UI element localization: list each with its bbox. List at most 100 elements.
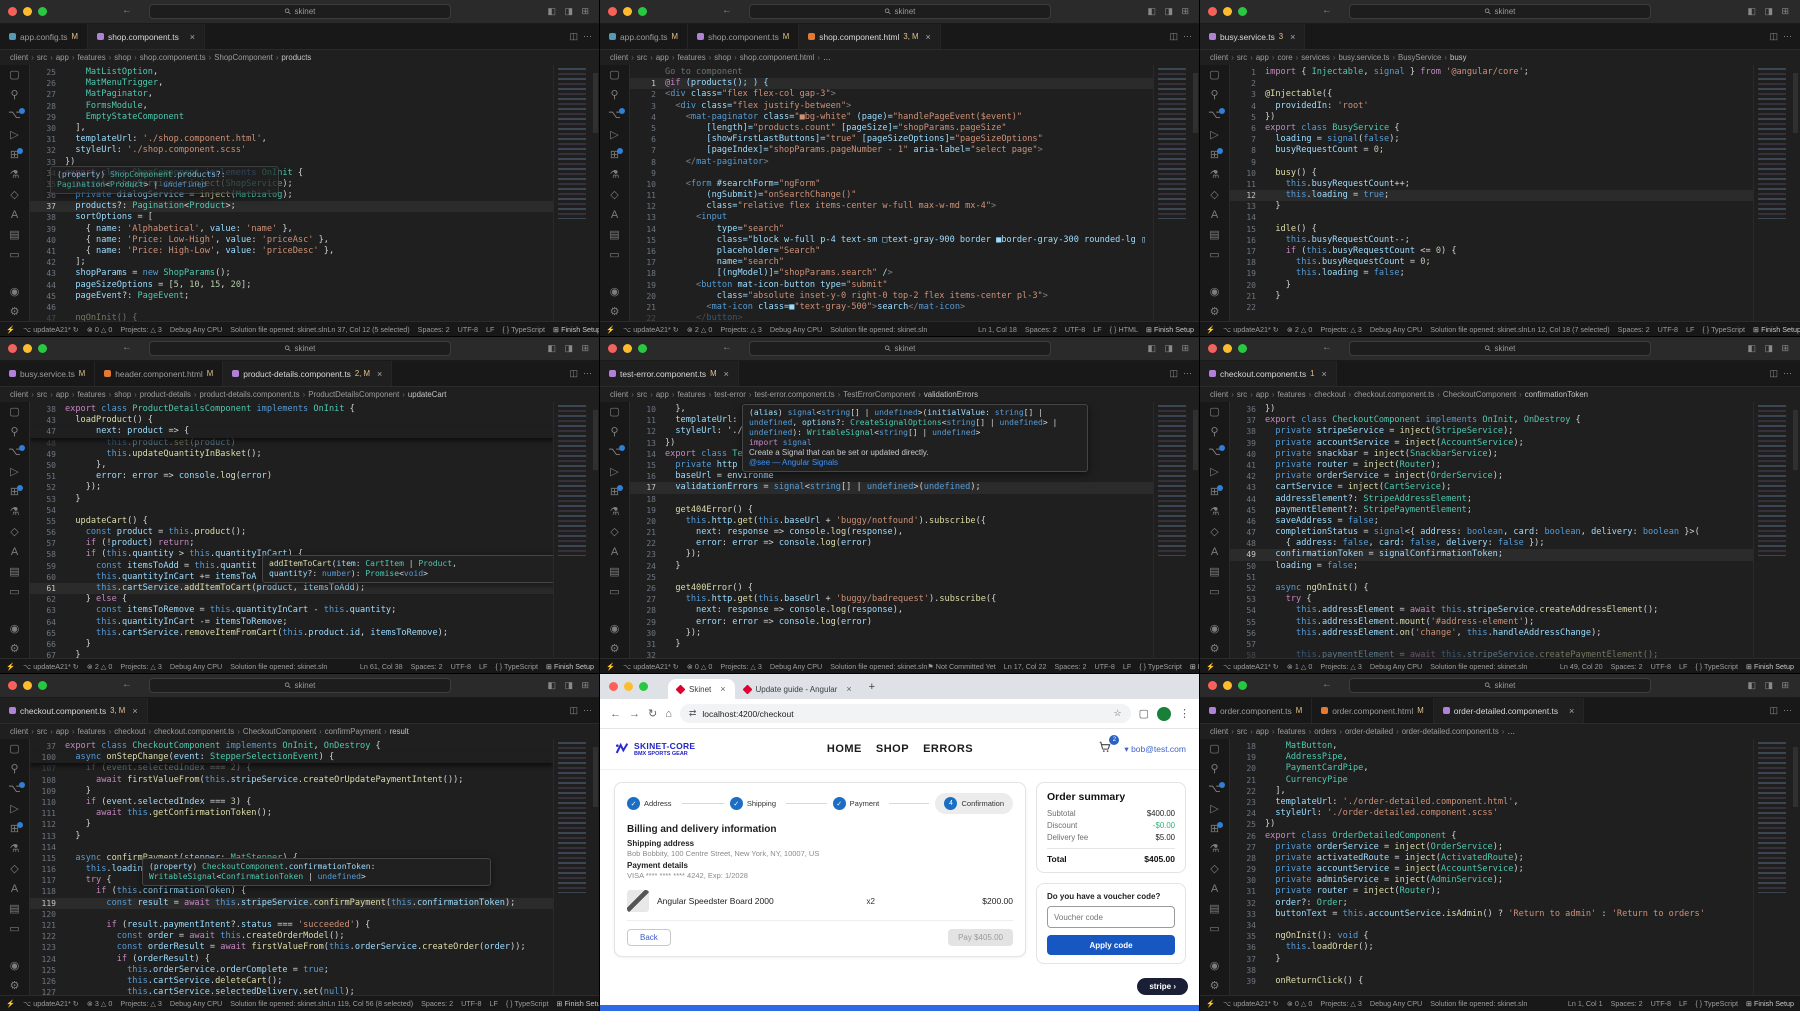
git-branch[interactable]: ⌥ updateA21* ↻: [23, 662, 79, 671]
activity-icon[interactable]: A: [11, 884, 18, 895]
pay-button[interactable]: Pay $405.00: [948, 929, 1013, 946]
history-forward-icon[interactable]: →: [608, 342, 618, 353]
language-mode[interactable]: { } TypeScript: [1139, 662, 1182, 671]
cursor-position[interactable]: Ln 12, Col 18 (7 selected): [1527, 325, 1609, 334]
command-center-search[interactable]: ⚲ skinet: [1349, 4, 1651, 19]
activity-icon[interactable]: ⊞: [610, 485, 624, 498]
breadcrumb-item[interactable]: client: [10, 727, 28, 736]
minimap[interactable]: [1753, 65, 1800, 321]
breadcrumb-item[interactable]: app: [647, 53, 669, 62]
code-line[interactable]: 29 EmptyStateComponent: [30, 112, 553, 123]
editor-tab[interactable]: shop.component.ts ×: [88, 24, 206, 49]
breadcrumb[interactable]: clientsrcappfeaturesordersorder-detailed…: [1200, 724, 1800, 739]
code-line[interactable]: 45 paymentElement?: StripePaymentElement…: [1230, 505, 1753, 516]
history-back-icon[interactable]: ←: [722, 342, 732, 353]
code-line[interactable]: 38 export class ProductDetailsComponent …: [30, 404, 553, 416]
breadcrumb-item[interactable]: test-error: [706, 390, 746, 399]
breadcrumb-item[interactable]: client: [10, 53, 28, 62]
layout-toggle-icons[interactable]: ◧ ◨ ⊞: [547, 680, 592, 691]
code-line[interactable]: 12 this.loading = true;: [1230, 190, 1753, 202]
close-icon[interactable]: ×: [1569, 706, 1574, 716]
back-icon[interactable]: ←: [610, 708, 621, 720]
indent-status[interactable]: Spaces: 2: [1618, 325, 1650, 334]
solution-status[interactable]: Solution file opened: skinet.sln: [1430, 325, 1527, 334]
activity-icon[interactable]: ▷: [1210, 467, 1218, 478]
activity-icon[interactable]: ⌥: [8, 445, 25, 458]
code-line[interactable]: 61 this.cartService.addItemToCart(produc…: [30, 583, 553, 595]
code-line[interactable]: 1 import { Injectable, signal } from '@a…: [1230, 67, 1753, 78]
site-info-icon[interactable]: ⇄: [689, 708, 697, 719]
code-line[interactable]: 32 order?: Order;: [1230, 898, 1753, 909]
breadcrumb-item[interactable]: app: [47, 390, 69, 399]
breadcrumb-item[interactable]: order-detailed.component.ts: [1393, 727, 1499, 736]
breadcrumb-item[interactable]: src: [628, 390, 647, 399]
breadcrumb-item[interactable]: features: [1269, 390, 1305, 399]
code-line[interactable]: 121 if (result.paymentIntent?.status ===…: [30, 920, 553, 931]
code-line[interactable]: 48 { address: false, card: false, delive…: [1230, 538, 1753, 549]
command-center-search[interactable]: ⚲ skinet: [749, 341, 1051, 356]
code-line[interactable]: 39 private accountService = inject(Accou…: [1230, 438, 1753, 449]
back-button[interactable]: Back: [627, 929, 671, 946]
eol-status[interactable]: LF: [486, 325, 494, 334]
breadcrumb[interactable]: clientsrcappfeaturesshopproduct-detailsp…: [0, 387, 600, 402]
remote-icon[interactable]: ⚡: [6, 662, 15, 671]
breadcrumb-item[interactable]: TestErrorComponent: [835, 390, 915, 399]
breadcrumb[interactable]: clientsrcappfeaturestest-errortest-error…: [600, 387, 1200, 402]
code-editor[interactable]: 10 }, 11 templateUrl: './tes 12 styleUrl…: [630, 402, 1153, 658]
layout-toggle-icons[interactable]: ◧ ◨ ⊞: [1147, 6, 1192, 17]
breadcrumb-item[interactable]: services: [1293, 53, 1330, 62]
eol-status[interactable]: LF: [1123, 662, 1131, 671]
code-line[interactable]: 8 </mat-paginator>: [630, 157, 1153, 168]
history-back-icon[interactable]: ←: [122, 342, 132, 353]
code-line[interactable]: 15 idle() {: [1230, 224, 1753, 235]
code-line[interactable]: 53 }: [30, 494, 553, 505]
minimap[interactable]: [1753, 402, 1800, 658]
stepper-step[interactable]: ✓ Payment: [832, 797, 936, 810]
code-line[interactable]: 14: [1230, 212, 1753, 223]
layout-toggle-icons[interactable]: ◧ ◨ ⊞: [547, 6, 592, 17]
code-line[interactable]: 21 CurrencyPipe: [1230, 775, 1753, 786]
breadcrumb-item[interactable]: shop.component.ts: [131, 53, 206, 62]
code-line[interactable]: 31 private router = inject(Router);: [1230, 886, 1753, 897]
code-line[interactable]: 30 });: [630, 628, 1153, 639]
activity-icon[interactable]: ▢: [1209, 744, 1219, 755]
code-line[interactable]: 66 }: [30, 639, 553, 650]
encoding-status[interactable]: UTF-8: [461, 999, 481, 1008]
solution-status[interactable]: Solution file opened: skinet.sln: [1430, 662, 1527, 671]
editor-actions[interactable]: ◫ ⋯: [1161, 24, 1200, 49]
activity-icon[interactable]: ⚙: [610, 307, 620, 318]
apply-code-button[interactable]: Apply code: [1047, 935, 1175, 955]
close-icon[interactable]: ×: [720, 684, 725, 694]
finish-setup-button[interactable]: ⊞ Finish Setup: [1746, 999, 1794, 1008]
code-line[interactable]: 42 ];: [30, 257, 553, 268]
breadcrumb-item[interactable]: shop: [106, 53, 131, 62]
code-line[interactable]: 34: [1230, 920, 1753, 931]
solution-status[interactable]: Solution file opened: skinet.sln: [830, 662, 927, 671]
code-line[interactable]: 6 export class BusyService {: [1230, 123, 1753, 134]
code-line[interactable]: 37 export class CheckoutComponent implem…: [1230, 415, 1753, 426]
breadcrumb-item[interactable]: core: [1269, 53, 1292, 62]
account-menu[interactable]: ▾ bob@test.com: [1124, 744, 1186, 755]
code-editor[interactable]: 1 import { Injectable, signal } from '@a…: [1230, 65, 1753, 321]
git-branch[interactable]: ⌥ updateA21* ↻: [1223, 325, 1279, 334]
code-editor[interactable]: 37 export class CheckoutComponent implem…: [30, 739, 553, 995]
debug-target[interactable]: Debug Any CPU: [770, 325, 822, 334]
activity-icon[interactable]: ▭: [9, 587, 19, 598]
code-line[interactable]: 40 { name: 'Price: Low-High', value: 'pr…: [30, 235, 553, 246]
solution-status[interactable]: Solution file opened: skinet.sln: [230, 662, 327, 671]
activity-icon[interactable]: ◉: [10, 624, 20, 635]
activity-icon[interactable]: ⚲: [610, 90, 618, 101]
activity-icon[interactable]: ▢: [609, 407, 619, 418]
split-editor-icon[interactable]: ◫: [1769, 705, 1778, 716]
extensions-icon[interactable]: ▢: [1139, 707, 1149, 720]
split-editor-icon[interactable]: ◫: [1169, 368, 1178, 379]
activity-icon[interactable]: ⚙: [610, 644, 620, 655]
activity-icon[interactable]: ▢: [9, 407, 19, 418]
breadcrumb-item[interactable]: confirmPayment: [316, 727, 381, 736]
activity-icon[interactable]: ◇: [610, 190, 618, 201]
layout-toggle-icons[interactable]: ◧ ◨ ⊞: [1747, 680, 1792, 691]
projects-status[interactable]: Projects: △ 3: [1320, 325, 1361, 334]
remote-icon[interactable]: ⚡: [606, 662, 615, 671]
code-line[interactable]: 28 private activatedRoute = inject(Activ…: [1230, 853, 1753, 864]
more-actions-icon[interactable]: ⋯: [583, 31, 592, 42]
